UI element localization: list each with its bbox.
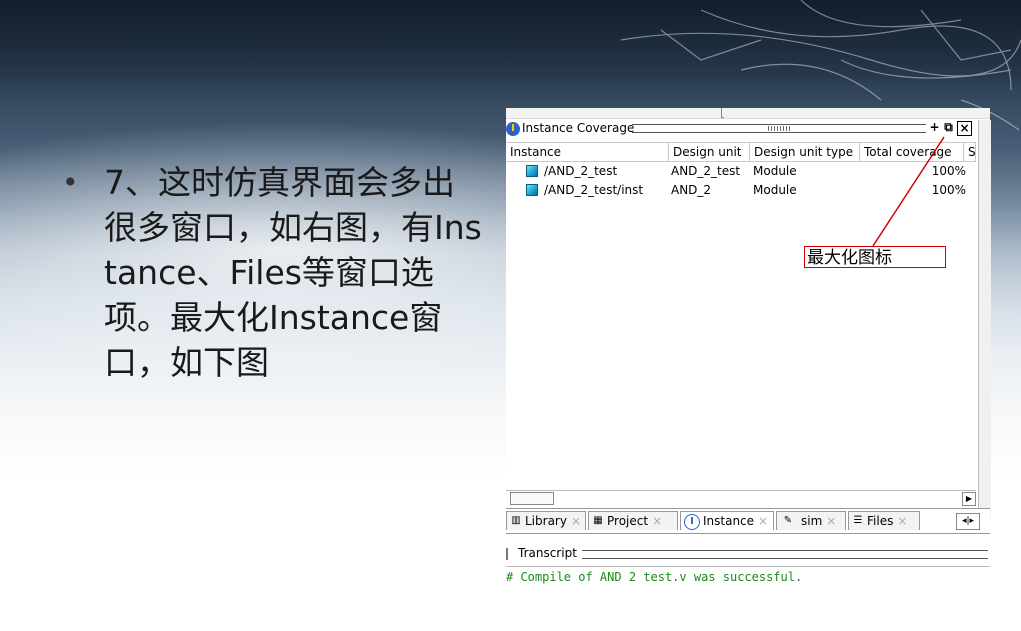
tab-library[interactable]: ▥ Library × bbox=[506, 511, 586, 530]
scroll-right-arrow[interactable]: ▶ bbox=[962, 492, 976, 506]
sim-icon: ✎ bbox=[783, 515, 793, 526]
tab-bar: ▥ Library × ▦ Project × I Instance × ✎ sim ×… bbox=[506, 508, 990, 534]
tab-sim[interactable]: ✎ sim × bbox=[776, 511, 846, 530]
bullet-dot: • bbox=[62, 166, 79, 199]
modelsim-window: I Instance Coverage + ⧉ × Instance Desig… bbox=[506, 108, 991, 593]
tab-close-icon[interactable]: × bbox=[897, 514, 907, 528]
tab-files[interactable]: ☰ Files × bbox=[848, 511, 920, 530]
transcript-console[interactable]: # Compile of AND 2 test.v was successful… bbox=[506, 566, 990, 593]
instance-icon: I bbox=[684, 514, 700, 530]
files-icon: ☰ bbox=[853, 515, 863, 526]
tab-close-icon[interactable]: × bbox=[571, 514, 581, 528]
dock-button[interactable]: + bbox=[928, 121, 941, 134]
tab-label: Instance bbox=[703, 514, 755, 528]
close-button[interactable]: × bbox=[957, 121, 972, 136]
tab-label: Files bbox=[867, 514, 894, 528]
scrollbar-thumb[interactable] bbox=[510, 492, 554, 505]
tab-label: sim bbox=[801, 514, 823, 528]
column-design-unit-type[interactable]: Design unit type bbox=[750, 143, 860, 161]
titlebar-grip-dots[interactable] bbox=[768, 126, 790, 131]
tab-label: Library bbox=[525, 514, 567, 528]
tab-close-icon[interactable]: × bbox=[826, 514, 836, 528]
cell-instance: /AND_2_test/inst bbox=[544, 183, 644, 197]
bullet-text: 7、这时仿真界面会多出很多窗口，如右图，有Instance、Files等窗口选项… bbox=[104, 163, 482, 382]
column-design-unit[interactable]: Design unit bbox=[669, 143, 750, 161]
vertical-scrollbar[interactable] bbox=[978, 120, 991, 520]
module-icon bbox=[526, 184, 538, 196]
maximize-button[interactable]: ⧉ bbox=[942, 121, 955, 134]
tab-instance[interactable]: I Instance × bbox=[680, 511, 774, 530]
column-instance[interactable]: Instance bbox=[506, 143, 669, 161]
module-icon bbox=[526, 165, 538, 177]
window-top-edge bbox=[506, 108, 990, 119]
console-line: # Compile of AND 2 test.v was successful… bbox=[506, 570, 803, 584]
horizontal-scrollbar[interactable]: ▶ bbox=[506, 490, 976, 506]
tab-scroll-arrows[interactable]: ◂|▸ bbox=[956, 513, 980, 530]
cell-total-coverage: 100% bbox=[931, 183, 966, 197]
transcript-title: Transcript bbox=[518, 546, 577, 560]
cell-instance: /AND_2_test bbox=[544, 164, 618, 178]
column-s[interactable]: S bbox=[964, 143, 976, 161]
instance-coverage-titlebar[interactable]: I Instance Coverage + ⧉ × bbox=[506, 120, 976, 138]
tab-close-icon[interactable]: × bbox=[758, 514, 768, 528]
cell-design-unit-type: Module bbox=[753, 183, 797, 197]
table-header: Instance Design unit Design unit type To… bbox=[506, 142, 976, 162]
table-row[interactable]: /AND_2_test/inst AND_2 Module 100% bbox=[506, 181, 976, 199]
library-icon: ▥ bbox=[511, 515, 521, 526]
window-title: Instance Coverage bbox=[522, 121, 635, 135]
transcript-grip[interactable] bbox=[582, 550, 988, 559]
table-row[interactable]: /AND_2_test AND_2_test Module 100% bbox=[506, 162, 976, 180]
cell-total-coverage: 100% bbox=[931, 164, 966, 178]
transcript-titlebar[interactable]: Transcript bbox=[506, 545, 990, 563]
tab-label: Project bbox=[607, 514, 649, 528]
instance-coverage-icon: I bbox=[506, 122, 520, 136]
cell-design-unit-type: Module bbox=[753, 164, 797, 178]
annotation-label: 最大化图标 bbox=[804, 246, 946, 268]
tab-close-icon[interactable]: × bbox=[652, 514, 662, 528]
cell-design-unit: AND_2 bbox=[671, 183, 712, 197]
project-icon: ▦ bbox=[593, 515, 603, 526]
cell-design-unit: AND_2_test bbox=[671, 164, 741, 178]
column-total-coverage[interactable]: Total coverage bbox=[860, 143, 964, 161]
tab-project[interactable]: ▦ Project × bbox=[588, 511, 678, 530]
transcript-icon bbox=[506, 548, 518, 560]
